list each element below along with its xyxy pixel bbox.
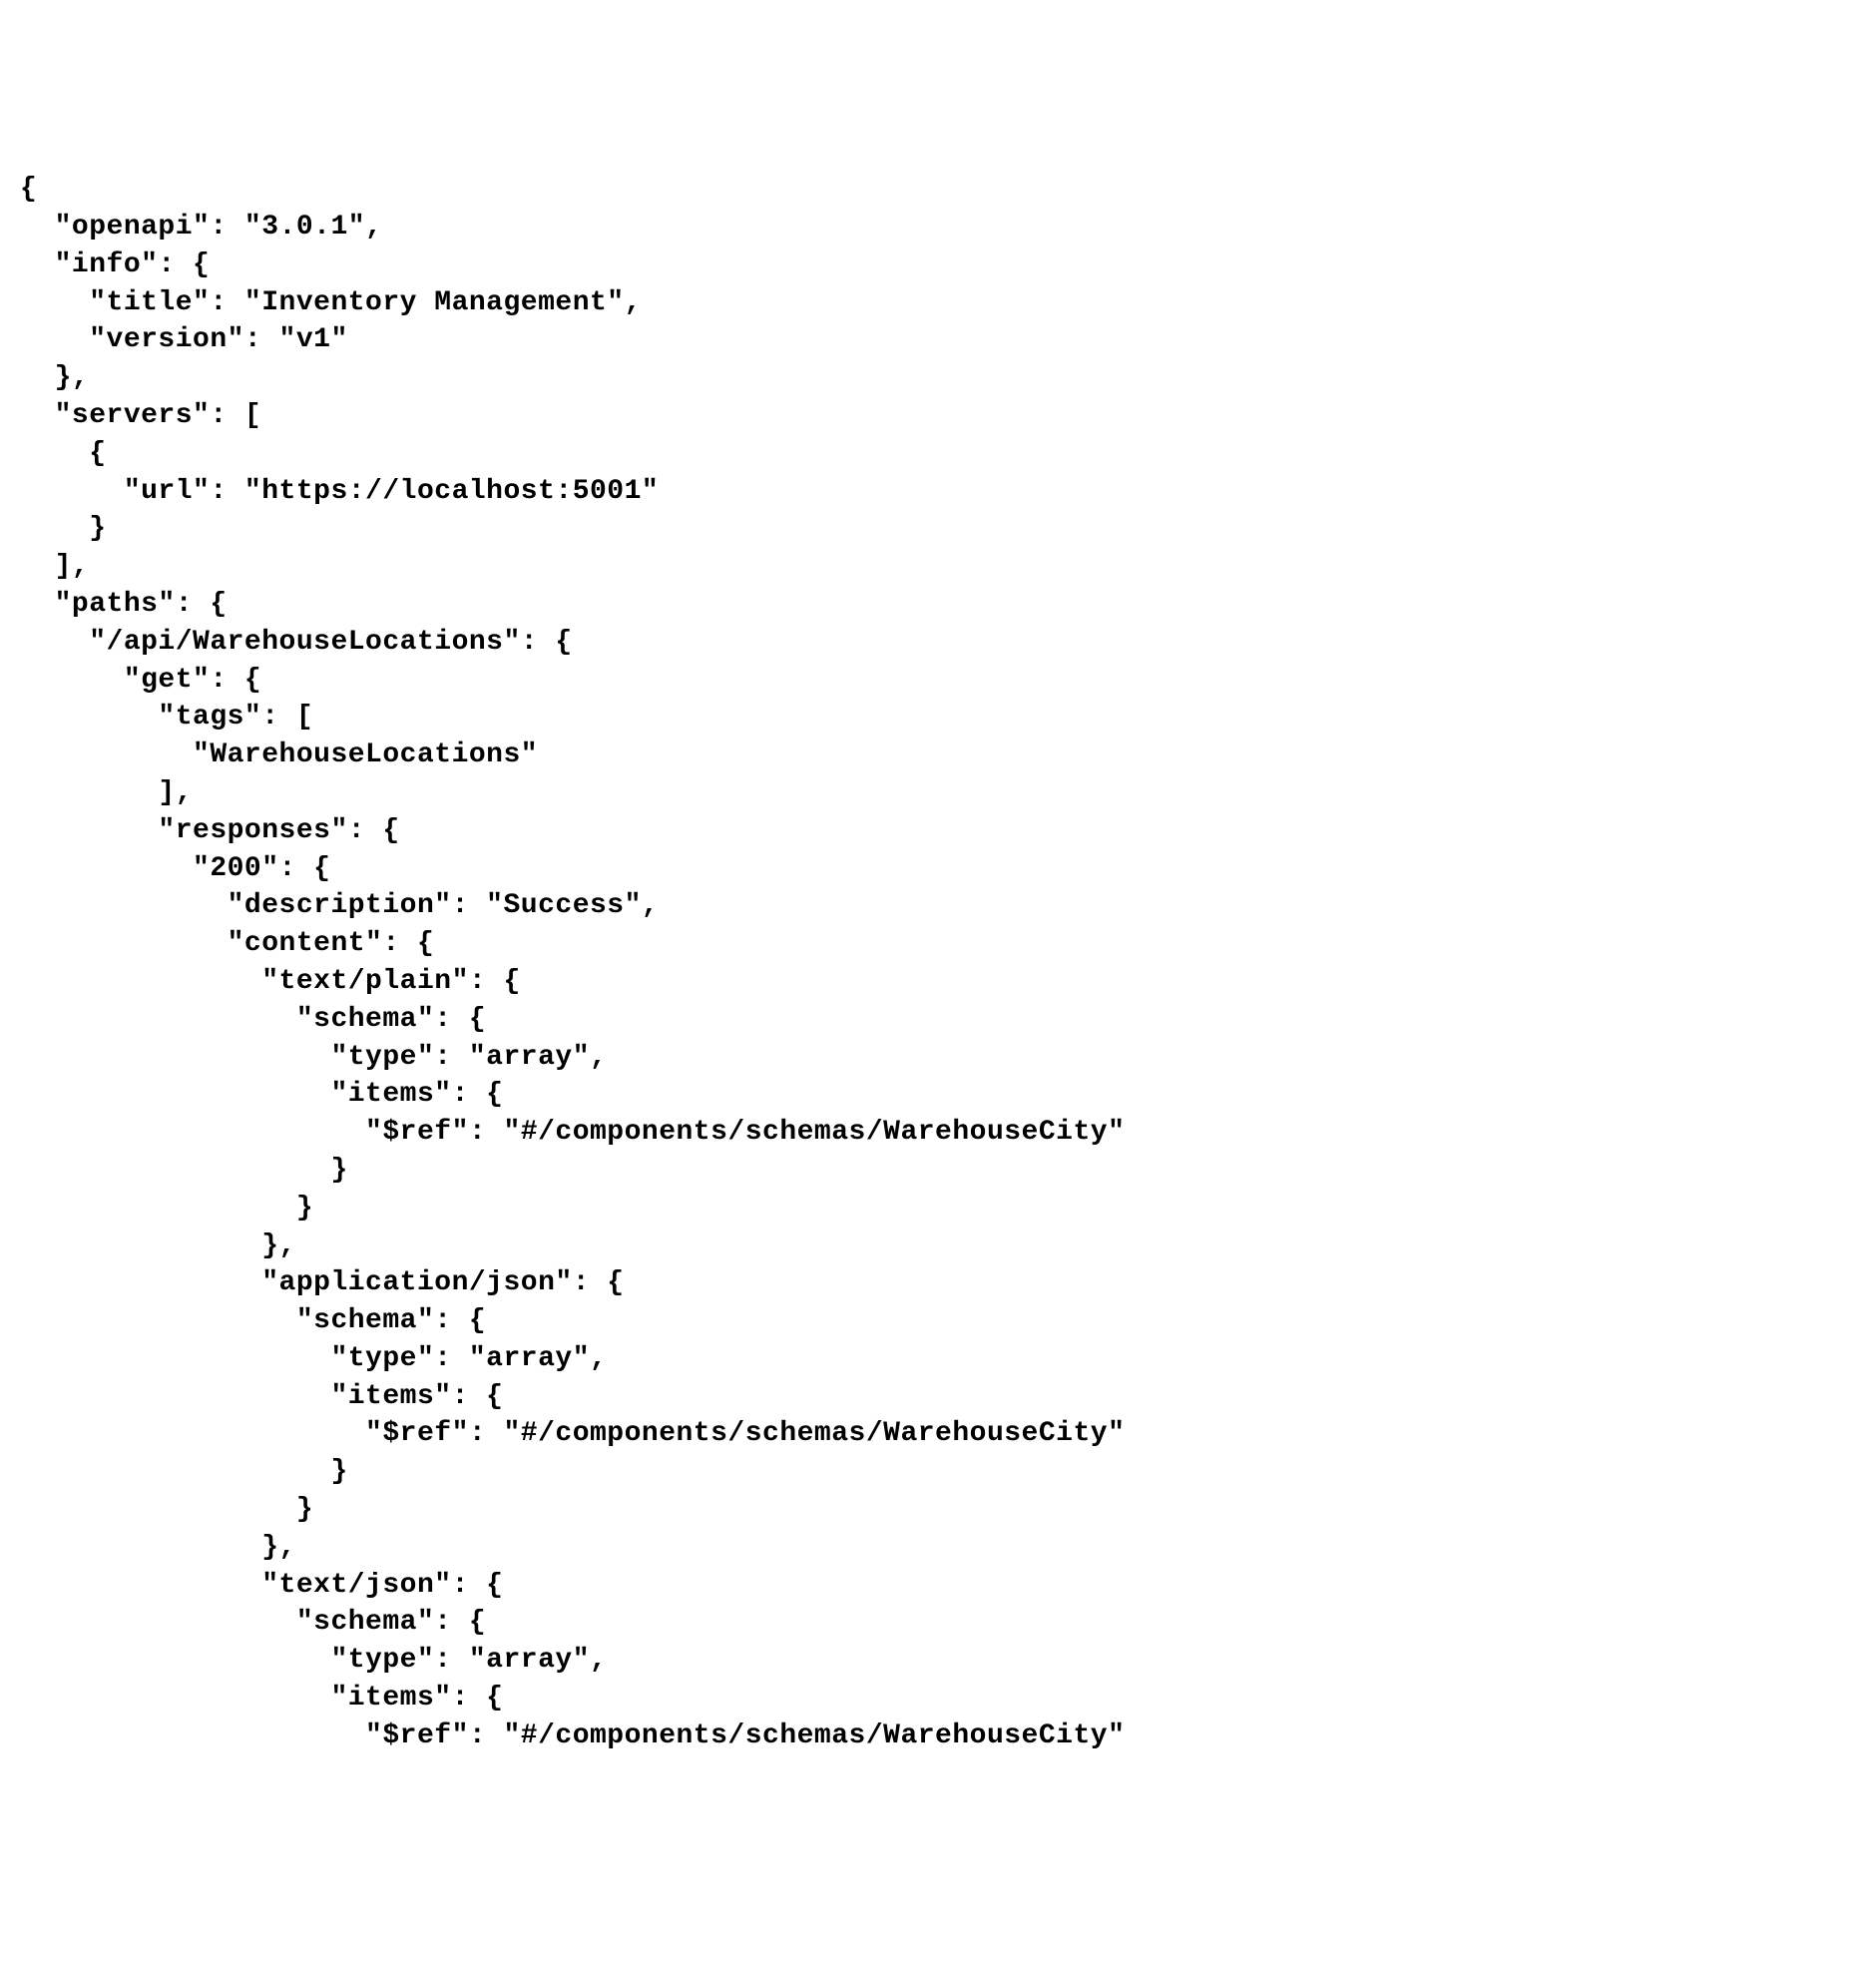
- code-line: "$ref": "#/components/schemas/WarehouseC…: [20, 1720, 1125, 1751]
- code-line: "$ref": "#/components/schemas/WarehouseC…: [20, 1117, 1125, 1148]
- code-line: "version": "v1": [20, 324, 348, 355]
- code-block: { "openapi": "3.0.1", "info": { "title":…: [20, 171, 1856, 1754]
- code-line: "schema": {: [20, 1004, 486, 1035]
- code-line: "items": {: [20, 1683, 503, 1714]
- code-line: "items": {: [20, 1079, 503, 1110]
- code-line: ],: [20, 551, 89, 582]
- code-line: },: [20, 1532, 296, 1563]
- code-line: "items": {: [20, 1381, 503, 1412]
- code-line: "servers": [: [20, 400, 261, 431]
- code-line: "get": {: [20, 665, 261, 696]
- code-line: }: [20, 1155, 348, 1186]
- code-line: }: [20, 1494, 313, 1525]
- code-line: "WarehouseLocations": [20, 739, 538, 770]
- code-line: "type": "array",: [20, 1042, 607, 1073]
- code-line: {: [20, 174, 37, 205]
- code-line: "200": {: [20, 853, 330, 884]
- code-line: "text/json": {: [20, 1570, 503, 1601]
- code-line: "text/plain": {: [20, 966, 521, 997]
- code-line: "content": {: [20, 928, 434, 959]
- code-line: "title": "Inventory Management",: [20, 287, 642, 318]
- code-line: "url": "https://localhost:5001": [20, 476, 659, 507]
- code-line: }: [20, 513, 107, 544]
- code-line: "type": "array",: [20, 1645, 607, 1676]
- code-line: "/api/WarehouseLocations": {: [20, 627, 573, 658]
- code-line: ],: [20, 777, 193, 808]
- code-line: "tags": [: [20, 702, 313, 733]
- code-line: },: [20, 1230, 296, 1261]
- code-line: }: [20, 1193, 313, 1224]
- code-line: "$ref": "#/components/schemas/WarehouseC…: [20, 1418, 1125, 1449]
- code-line: "schema": {: [20, 1607, 486, 1638]
- code-line: "responses": {: [20, 815, 400, 846]
- code-line: "openapi": "3.0.1",: [20, 212, 382, 243]
- code-line: "application/json": {: [20, 1267, 625, 1298]
- code-line: "description": "Success",: [20, 890, 659, 921]
- code-line: {: [20, 438, 107, 469]
- code-line: "paths": {: [20, 589, 228, 620]
- code-line: },: [20, 362, 89, 393]
- code-line: "info": {: [20, 249, 210, 280]
- code-line: "type": "array",: [20, 1343, 607, 1374]
- code-line: }: [20, 1456, 348, 1487]
- code-line: "schema": {: [20, 1305, 486, 1336]
